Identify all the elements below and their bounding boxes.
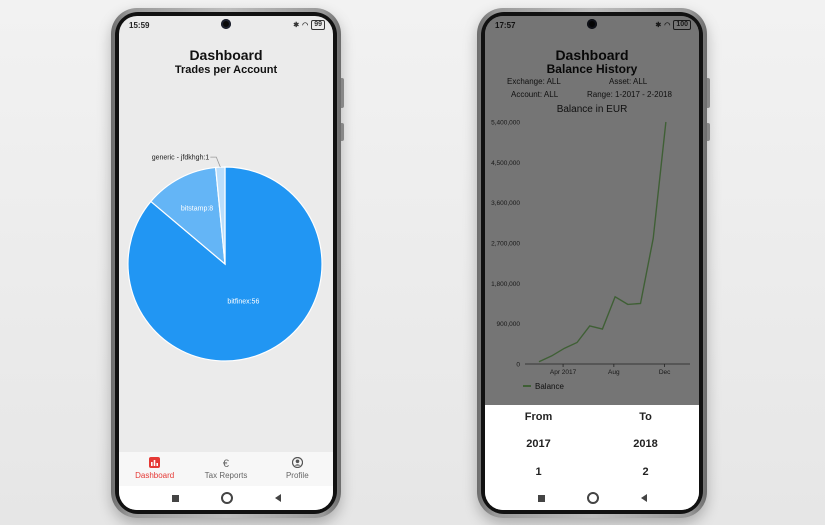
nav-profile[interactable]: Profile xyxy=(262,452,333,486)
y-tick-label: 900,000 xyxy=(497,321,521,328)
balance-content: 17:57 ✱ ◠ 100 Dashboard Balance History … xyxy=(485,16,699,416)
picker-to-month[interactable]: 2 xyxy=(592,466,699,478)
picker-from-header: From xyxy=(524,411,553,423)
y-tick-label: 1,800,000 xyxy=(491,281,520,288)
x-tick-label: Dec xyxy=(659,369,671,376)
picker-from-year[interactable]: 2017 xyxy=(485,438,592,450)
pie-slice-label: bitstamp:8 xyxy=(181,206,213,213)
pie-slice-label: generic - jfdkhgh:1 xyxy=(152,155,210,162)
power-button xyxy=(707,123,710,141)
system-nav-bar xyxy=(119,486,333,510)
date-range-picker: From 2017 1 To 2018 2 xyxy=(485,405,699,486)
pie-chart[interactable]: bitfinex:56 bitstamp:8 generic - jfdkhgh:1 xyxy=(119,16,333,452)
home-icon[interactable] xyxy=(586,492,599,504)
y-tick-label: 0 xyxy=(516,362,520,369)
legend-label: Balance xyxy=(535,382,564,391)
nav-profile-label: Profile xyxy=(285,471,309,480)
picker-from-month[interactable]: 1 xyxy=(485,466,592,478)
phone-left: 15:59 ✱ ◠ 99 Dashboard Trades per Accoun… xyxy=(111,8,344,518)
bottom-nav: Dashboard € Tax Reports Profile xyxy=(119,452,333,486)
line-chart[interactable]: Balance in EUR 0 900,000 1,800,000 2,700,000… xyxy=(485,16,699,416)
y-tick-label: 5,400,000 xyxy=(491,120,520,127)
pie-leader-line xyxy=(210,156,221,168)
screen-right: 17:57 ✱ ◠ 100 Dashboard Balance History … xyxy=(485,16,699,510)
nav-tax-reports-label: Tax Reports xyxy=(204,471,248,480)
euro-icon: € xyxy=(222,458,230,470)
nav-dashboard-label: Dashboard xyxy=(135,471,175,480)
y-tick-label: 4,500,000 xyxy=(491,160,520,167)
recents-icon[interactable] xyxy=(171,494,179,502)
picker-to-header: To xyxy=(639,411,652,423)
stage: 15:59 ✱ ◠ 99 Dashboard Trades per Accoun… xyxy=(0,0,825,525)
power-button xyxy=(341,123,344,141)
back-icon[interactable] xyxy=(274,494,281,502)
volume-button xyxy=(341,78,344,108)
profile-icon xyxy=(262,456,333,471)
recents-icon[interactable] xyxy=(537,494,545,502)
home-icon[interactable] xyxy=(220,492,233,504)
system-nav-bar xyxy=(485,486,699,510)
nav-tax-reports[interactable]: € Tax Reports xyxy=(190,452,261,486)
back-icon[interactable] xyxy=(640,494,647,502)
x-tick-label: Aug xyxy=(608,369,620,376)
phone-right: 17:57 ✱ ◠ 100 Dashboard Balance History … xyxy=(477,8,710,518)
y-tick-label: 3,600,000 xyxy=(491,200,520,207)
volume-button xyxy=(707,78,710,108)
screen-left: 15:59 ✱ ◠ 99 Dashboard Trades per Accoun… xyxy=(119,16,333,510)
x-tick-label: Apr 2017 xyxy=(550,369,577,376)
pie-slice-label: bitfinex:56 xyxy=(227,299,259,306)
balance-series-line xyxy=(538,121,667,363)
chart-title: Balance in EUR xyxy=(557,104,628,115)
picker-to-year[interactable]: 2018 xyxy=(592,438,699,450)
bar-chart-icon xyxy=(119,457,190,471)
y-tick-label: 2,700,000 xyxy=(491,241,520,248)
nav-dashboard[interactable]: Dashboard xyxy=(119,452,190,486)
